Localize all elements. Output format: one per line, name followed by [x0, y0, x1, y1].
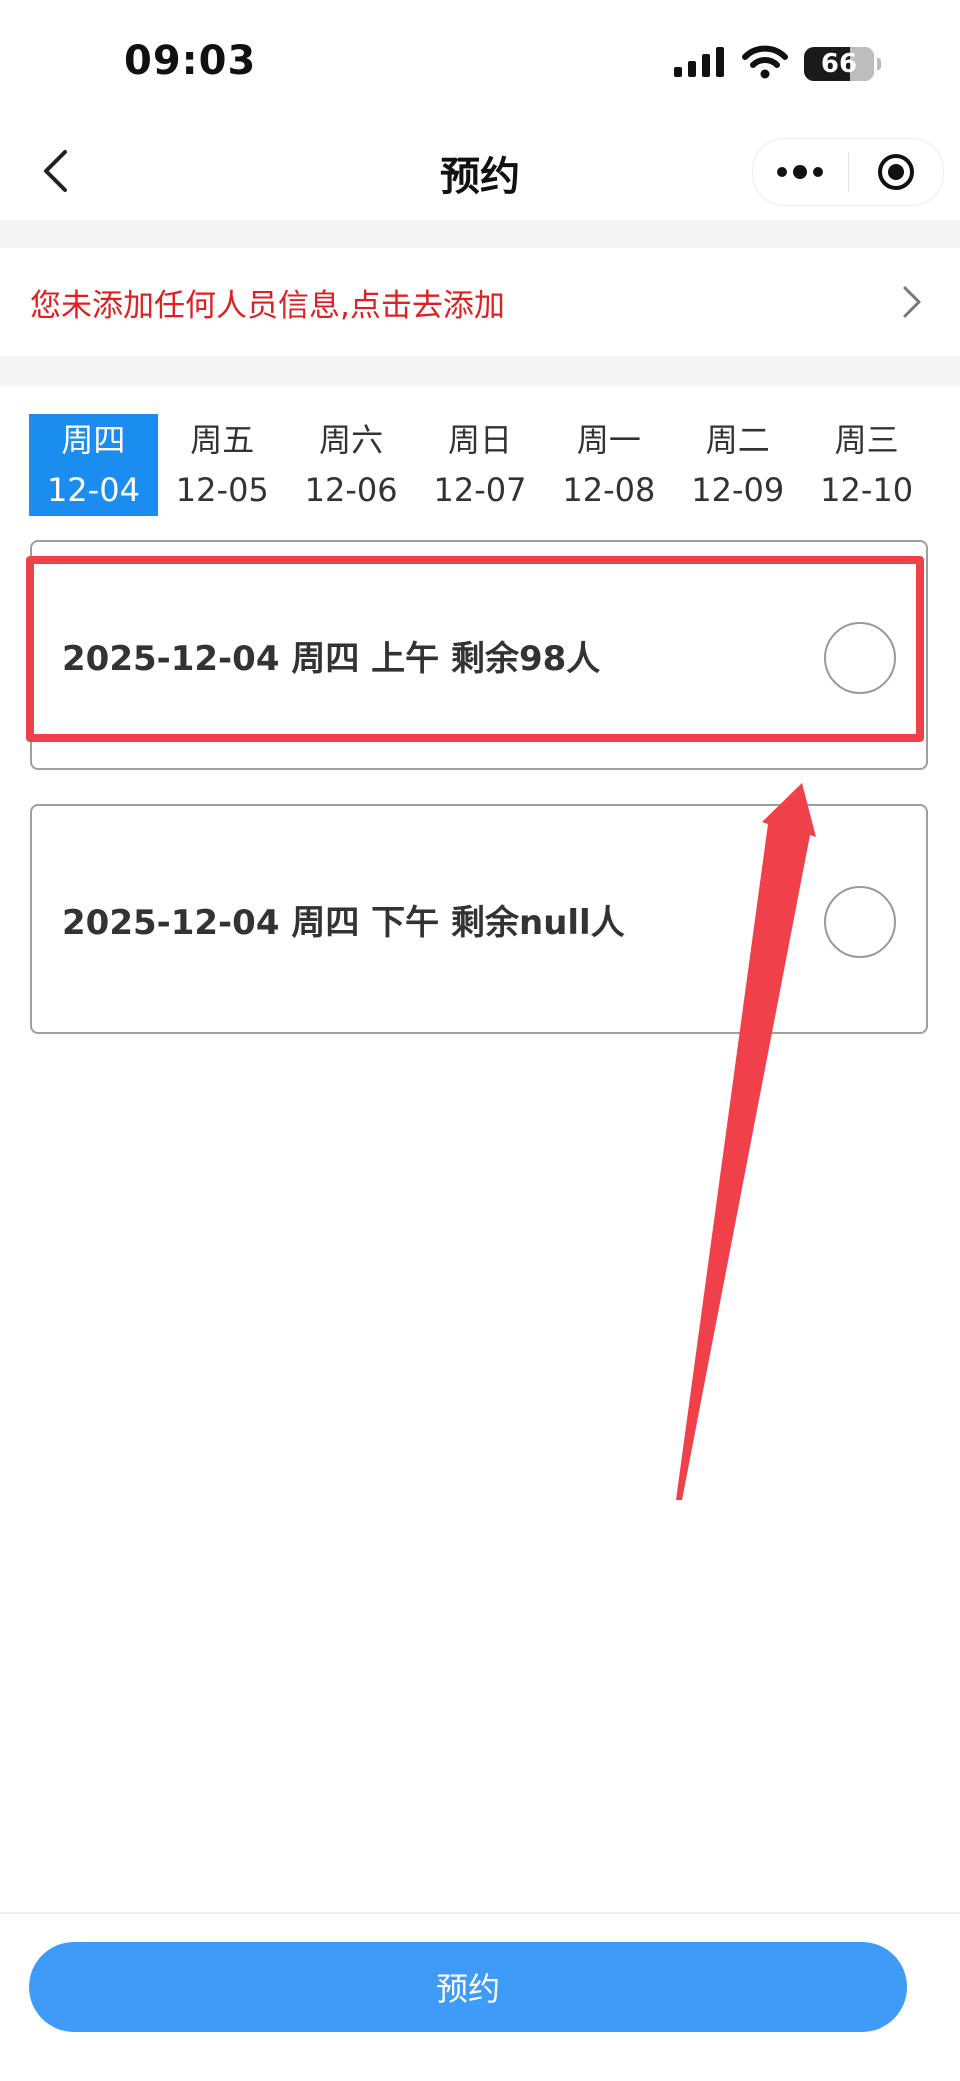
date-tab-weekday: 周六: [319, 421, 384, 459]
bottom-divider: [0, 1912, 960, 1914]
add-person-notice[interactable]: 您未添加任何人员信息,点击去添加: [0, 248, 960, 356]
status-bar: 09:03 66: [0, 0, 960, 120]
date-tab-1209[interactable]: 周二 12-09: [673, 414, 802, 516]
wifi-icon: [742, 45, 788, 83]
date-tabs: 周四 12-04 周五 12-05 周六 12-06 周日 12-07 周一 1…: [29, 414, 931, 516]
close-miniprogram-button[interactable]: [849, 139, 944, 205]
more-dots-icon: [777, 165, 824, 179]
more-button[interactable]: [753, 139, 848, 205]
miniprogram-capsule: [752, 138, 944, 206]
chevron-right-icon: [894, 284, 930, 320]
date-tab-date: 12-10: [820, 471, 914, 509]
date-tab-weekday: 周五: [190, 421, 255, 459]
date-tab-1207[interactable]: 周日 12-07: [416, 414, 545, 516]
date-tab-weekday: 周二: [705, 421, 770, 459]
separator-band: [0, 220, 960, 248]
slot-card-afternoon[interactable]: 2025-12-04 周四 下午 剩余null人: [30, 804, 928, 1034]
date-tab-weekday: 周日: [448, 421, 513, 459]
target-icon: [877, 154, 914, 190]
reserve-button[interactable]: 预约: [29, 1942, 907, 2032]
date-tab-1204[interactable]: 周四 12-04: [29, 414, 158, 516]
status-icons: 66: [674, 44, 881, 84]
date-tab-date: 12-04: [46, 471, 140, 509]
date-tab-1205[interactable]: 周五 12-05: [158, 414, 287, 516]
date-tab-1206[interactable]: 周六 12-06: [287, 414, 416, 516]
date-tab-weekday: 周三: [834, 421, 899, 459]
date-tab-date: 12-05: [175, 471, 269, 509]
date-tab-1208[interactable]: 周一 12-08: [544, 414, 673, 516]
slot-label: 2025-12-04 周四 上午 剩余98人: [62, 638, 601, 679]
date-tab-date: 12-09: [691, 471, 785, 509]
battery-level: 66: [820, 49, 858, 79]
slot-radio[interactable]: [824, 886, 896, 958]
nav-bar: 预约: [0, 120, 960, 220]
slot-card-morning[interactable]: 2025-12-04 周四 上午 剩余98人: [30, 540, 928, 770]
date-tab-1210[interactable]: 周三 12-10: [802, 414, 931, 516]
slot-radio[interactable]: [824, 622, 896, 694]
signal-icon: [674, 47, 726, 81]
notice-text: 您未添加任何人员信息,点击去添加: [30, 287, 505, 324]
date-tab-weekday: 周四: [61, 421, 126, 459]
separator-band: [0, 356, 960, 386]
date-tab-date: 12-08: [562, 471, 656, 509]
date-tab-date: 12-07: [433, 471, 527, 509]
battery-icon: 66: [804, 47, 881, 81]
date-tab-date: 12-06: [304, 471, 398, 509]
date-tab-weekday: 周一: [576, 421, 641, 459]
slot-label: 2025-12-04 周四 下午 剩余null人: [62, 902, 625, 943]
status-time: 09:03: [124, 38, 257, 84]
